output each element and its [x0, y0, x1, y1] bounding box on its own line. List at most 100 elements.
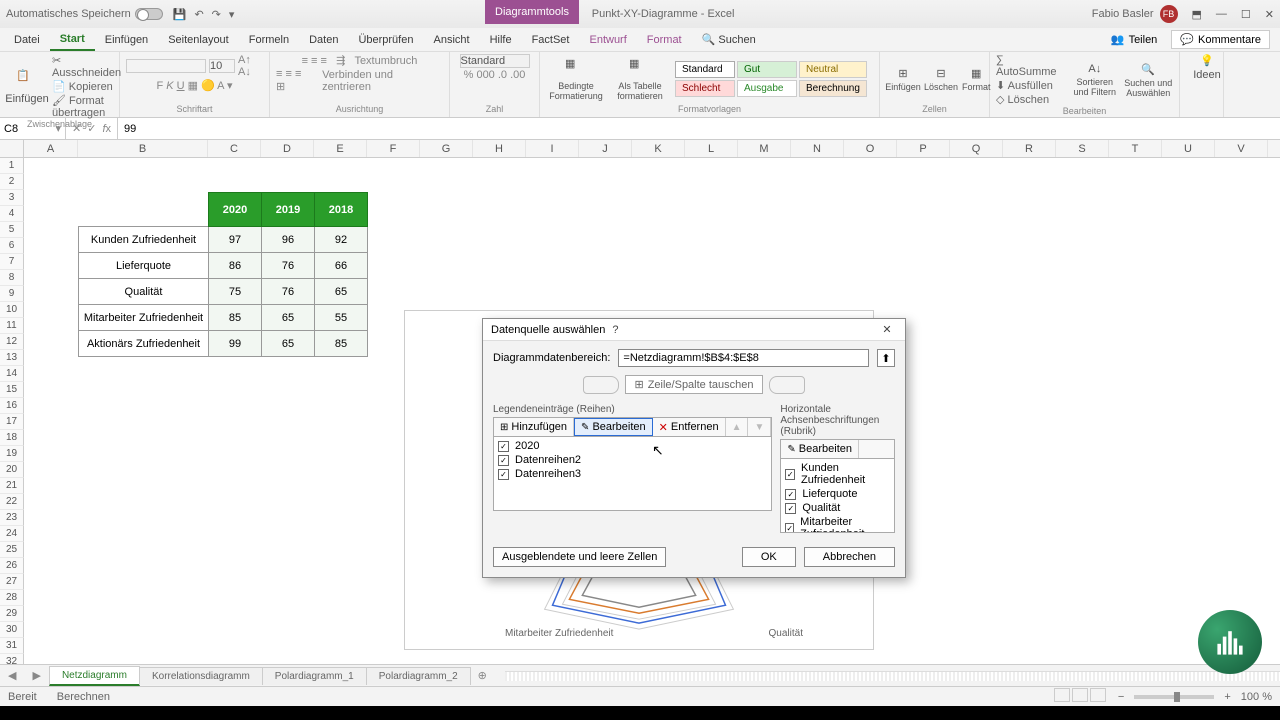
undo-icon[interactable]: ↶ [194, 8, 203, 21]
row-header[interactable]: 16 [0, 398, 24, 414]
col-header[interactable]: V [1215, 140, 1268, 157]
col-header[interactable]: P [897, 140, 950, 157]
row-header[interactable]: 23 [0, 510, 24, 526]
series-list[interactable]: 2020 Datenreihen2 Datenreihen3 [493, 437, 772, 511]
col-header[interactable]: S [1056, 140, 1109, 157]
comments-button[interactable]: 💬Kommentare [1171, 30, 1270, 49]
row-header[interactable]: 25 [0, 542, 24, 558]
col-header[interactable]: Q [950, 140, 1003, 157]
tab-help[interactable]: Hilfe [480, 30, 522, 50]
autosave-toggle[interactable] [135, 8, 163, 20]
checkbox[interactable] [498, 441, 509, 452]
user-avatar[interactable]: FB [1160, 5, 1178, 23]
add-sheet-icon[interactable]: ⊕ [470, 669, 495, 682]
autosum-button[interactable]: ∑ AutoSumme [996, 54, 1066, 78]
row-header[interactable]: 13 [0, 350, 24, 366]
tab-format[interactable]: Format [637, 30, 692, 50]
remove-series-button[interactable]: ✕ Entfernen [653, 418, 726, 436]
checkbox[interactable] [785, 469, 795, 480]
col-header[interactable]: H [473, 140, 526, 157]
delete-cells-button[interactable]: ⊟Löschen [924, 67, 958, 92]
sheet-tab[interactable]: Polardiagramm_2 [366, 667, 471, 685]
checkbox[interactable] [785, 489, 796, 500]
style-neutral[interactable]: Neutral [799, 61, 867, 78]
col-header[interactable]: K [632, 140, 685, 157]
row-header[interactable]: 19 [0, 446, 24, 462]
move-series-down-icon[interactable]: ▼ [748, 418, 771, 436]
col-header[interactable]: U [1162, 140, 1215, 157]
style-calc[interactable]: Berechnung [799, 80, 867, 97]
checkbox[interactable] [498, 455, 509, 466]
row-header[interactable]: 1 [0, 158, 24, 174]
chart-range-input[interactable] [618, 349, 869, 367]
redo-icon[interactable]: ↷ [212, 8, 221, 21]
clear-button[interactable]: ◇ Löschen [996, 93, 1066, 106]
sort-filter-button[interactable]: A↓Sortieren und Filtern [1070, 63, 1119, 97]
row-header[interactable]: 11 [0, 318, 24, 334]
row-header[interactable]: 5 [0, 222, 24, 238]
cancel-button[interactable]: Abbrechen [804, 547, 895, 567]
row-header[interactable]: 14 [0, 366, 24, 382]
col-header[interactable]: J [579, 140, 632, 157]
save-icon[interactable]: 💾 [173, 8, 187, 21]
row-header[interactable]: 20 [0, 462, 24, 478]
row-header[interactable]: 28 [0, 590, 24, 606]
row-header[interactable]: 9 [0, 286, 24, 302]
row-header[interactable]: 10 [0, 302, 24, 318]
col-header[interactable]: D [261, 140, 314, 157]
conditional-format-button[interactable]: ▦Bedingte Formatierung [546, 57, 606, 101]
tab-file[interactable]: Datei [4, 30, 50, 50]
find-select-button[interactable]: 🔍Suchen und Auswählen [1124, 63, 1173, 98]
search-box[interactable]: 🔍 Suchen [692, 29, 766, 50]
ideas-button[interactable]: 💡Ideen [1186, 54, 1228, 81]
row-header[interactable]: 21 [0, 478, 24, 494]
tab-view[interactable]: Ansicht [423, 30, 479, 50]
tab-start[interactable]: Start [50, 29, 95, 51]
row-header[interactable]: 32 [0, 654, 24, 664]
row-header[interactable]: 22 [0, 494, 24, 510]
col-header[interactable]: E [314, 140, 367, 157]
ribbon-collapse-icon[interactable]: ⬒ [1192, 8, 1202, 21]
tab-design[interactable]: Entwurf [579, 30, 636, 50]
insert-cells-button[interactable]: ⊞Einfügen [886, 67, 920, 92]
row-header[interactable]: 4 [0, 206, 24, 222]
category-list[interactable]: Kunden Zufriedenheit Lieferquote Qualitä… [780, 459, 895, 533]
col-header[interactable]: I [526, 140, 579, 157]
zoom-out-icon[interactable]: − [1118, 691, 1124, 703]
row-header[interactable]: 8 [0, 270, 24, 286]
tab-review[interactable]: Überprüfen [348, 30, 423, 50]
fill-button[interactable]: ⬇ Ausfüllen [996, 79, 1066, 92]
sheet-tab[interactable]: Netzdiagramm [49, 666, 140, 686]
checkbox[interactable] [785, 503, 796, 514]
sheet-tab[interactable]: Polardiagramm_1 [262, 667, 367, 685]
row-header[interactable]: 2 [0, 174, 24, 190]
row-header[interactable]: 30 [0, 622, 24, 638]
row-header[interactable]: 27 [0, 574, 24, 590]
close-icon[interactable]: ✕ [1265, 8, 1274, 21]
copy-button[interactable]: 📄 Kopieren [52, 80, 121, 93]
row-header[interactable]: 18 [0, 430, 24, 446]
switch-row-col-button[interactable]: ⊞ Zeile/Spalte tauschen [625, 375, 762, 394]
zoom-level[interactable]: 100 % [1241, 691, 1272, 703]
sheet-nav-next-icon[interactable]: ▶ [24, 669, 48, 682]
paste-button[interactable]: 📋Einfügen [6, 69, 48, 105]
edit-series-button[interactable]: ✎ Bearbeiten [574, 418, 653, 436]
row-header[interactable]: 12 [0, 334, 24, 350]
horizontal-scrollbar[interactable] [505, 671, 1280, 681]
style-bad[interactable]: Schlecht [675, 80, 735, 97]
view-mode-buttons[interactable] [1054, 688, 1108, 705]
style-standard[interactable]: Standard [675, 61, 735, 78]
row-header[interactable]: 15 [0, 382, 24, 398]
cut-button[interactable]: ✂ Ausschneiden [52, 54, 121, 79]
help-icon[interactable]: ? [605, 324, 625, 336]
sheet-tab[interactable]: Korrelationsdiagramm [139, 667, 263, 685]
col-header[interactable]: T [1109, 140, 1162, 157]
col-header[interactable]: N [791, 140, 844, 157]
row-header[interactable]: 24 [0, 526, 24, 542]
collapse-dialog-icon[interactable]: ⬆ [877, 349, 895, 367]
row-header[interactable]: 17 [0, 414, 24, 430]
checkbox[interactable] [498, 469, 509, 480]
row-header[interactable]: 31 [0, 638, 24, 654]
style-good[interactable]: Gut [737, 61, 797, 78]
col-header[interactable]: B [78, 140, 208, 157]
